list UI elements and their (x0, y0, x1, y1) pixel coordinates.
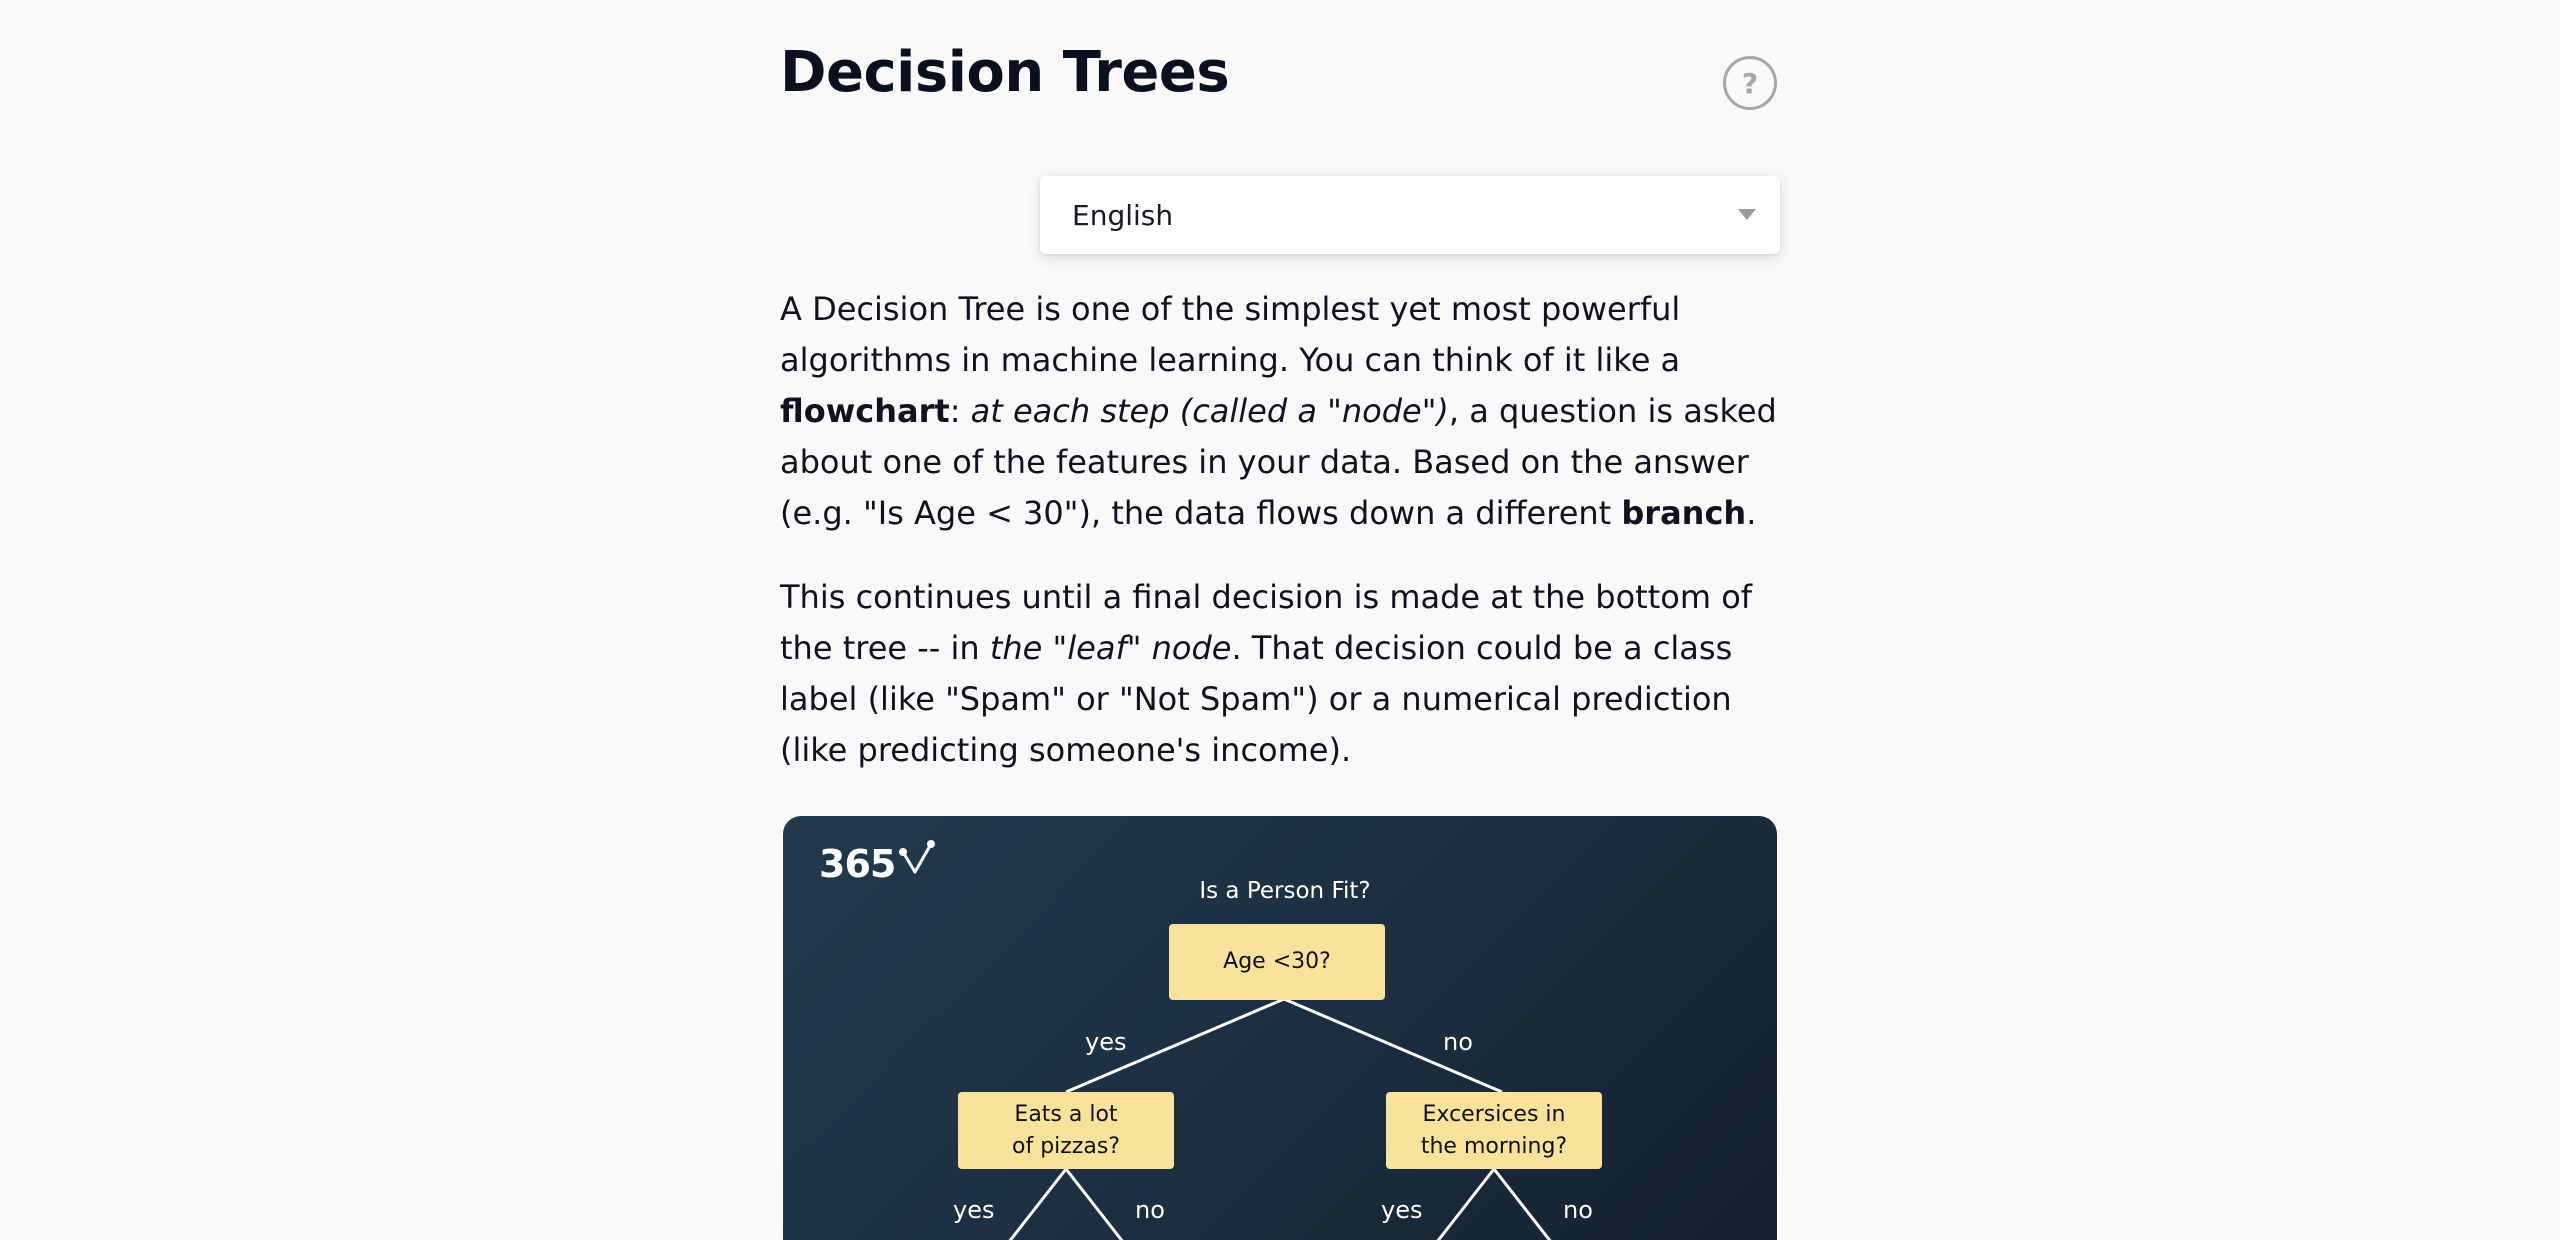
branch-label-root-yes: yes (1085, 1028, 1127, 1056)
term-flowchart: flowchart (780, 392, 950, 430)
edge-left-left (1008, 1168, 1068, 1240)
branch-label-root-no: no (1443, 1028, 1473, 1056)
emphasis-leaf: the "leaf" node (989, 629, 1232, 667)
page-title: Decision Trees (780, 40, 1230, 105)
page: Decision Trees ? English A Decision Tree… (0, 0, 2560, 1240)
node-pizza-line2: of pizzas? (1012, 1133, 1120, 1159)
branch-label-exercise-yes: yes (1381, 1196, 1423, 1224)
text-span: . (1746, 494, 1757, 532)
emphasis-node: at each step (called a "node") (970, 392, 1449, 430)
node-root: Age <30? (1169, 924, 1385, 1000)
main-content: Decision Trees ? English A Decision Tree… (780, 0, 1780, 1240)
node-root-label: Age <30? (1223, 949, 1331, 974)
paragraph-leaf: This continues until a final decision is… (780, 572, 1790, 776)
chevron-down-icon (1738, 209, 1756, 220)
text-span: : (949, 392, 971, 430)
branch-label-exercise-no: no (1563, 1196, 1593, 1224)
term-branch: branch (1621, 494, 1747, 532)
node-exercise: Excersices in the morning? (1386, 1092, 1602, 1169)
branch-label-pizza-yes: yes (953, 1196, 995, 1224)
node-pizza: Eats a lot of pizzas? (958, 1092, 1174, 1169)
language-select[interactable]: English (1040, 176, 1780, 254)
node-pizza-line1: Eats a lot (1014, 1101, 1118, 1127)
edge-right-right (1492, 1168, 1552, 1240)
node-exercise-line2: the morning? (1420, 1133, 1568, 1159)
paragraph-intro: A Decision Tree is one of the simplest y… (780, 284, 1790, 539)
node-exercise-line1: Excersices in (1422, 1101, 1566, 1127)
edge-left-right (1064, 1168, 1124, 1240)
question-mark-icon: ? (1741, 66, 1759, 100)
help-button[interactable]: ? (1723, 56, 1777, 110)
decision-tree-diagram: 365 Is a Person Fit? Age <30? yes no Eat… (783, 816, 1777, 1240)
branch-label-pizza-no: no (1135, 1196, 1165, 1224)
logo-mark-icon (899, 840, 936, 874)
title-row: Decision Trees ? (780, 0, 1780, 150)
article-body: A Decision Tree is one of the simplest y… (780, 284, 1790, 809)
diagram-title: Is a Person Fit? (1199, 878, 1371, 904)
text-span: A Decision Tree is one of the simplest y… (780, 290, 1681, 379)
language-select-value: English (1072, 198, 1174, 232)
edge-right-left (1436, 1168, 1496, 1240)
